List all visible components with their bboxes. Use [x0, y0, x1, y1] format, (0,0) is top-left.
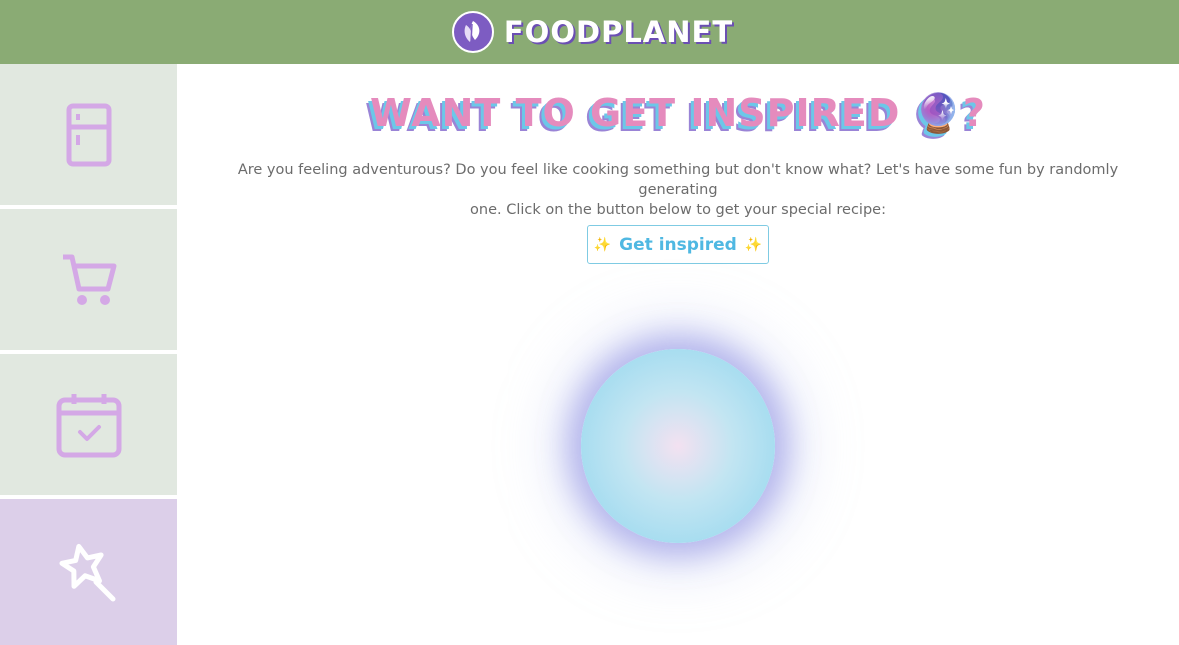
intro-line-2: one. Click on the button below to get yo…	[470, 202, 886, 218]
leaf-icon	[451, 11, 494, 53]
sidebar-item-calendar[interactable]	[0, 354, 177, 495]
sparkle-icon: ✨	[744, 236, 763, 253]
app-header: FOODPLANET	[0, 0, 1179, 64]
sidebar-item-fridge[interactable]	[0, 64, 177, 205]
magic-wand-icon	[58, 543, 115, 602]
intro-text: Are you feeling adventurous? Do you feel…	[213, 160, 1143, 220]
calendar-check-icon	[56, 393, 121, 457]
brand-name: FOODPLANET	[503, 15, 734, 49]
page-title: WANT TO GET INSPIRED 🔮?	[370, 91, 986, 135]
fridge-icon	[66, 103, 111, 166]
sidebar-nav	[0, 64, 177, 645]
crystal-ball-orb[interactable]	[581, 349, 775, 543]
sidebar-item-cart[interactable]	[0, 209, 177, 350]
sidebar-item-inspire[interactable]	[0, 499, 177, 645]
get-inspired-button[interactable]: ✨ Get inspired ✨	[587, 225, 769, 264]
intro-line-1: Are you feeling adventurous? Do you feel…	[237, 162, 1119, 198]
main-content: WANT TO GET INSPIRED 🔮? Are you feeling …	[177, 64, 1179, 645]
cart-icon	[62, 254, 116, 305]
sparkle-icon: ✨	[593, 236, 612, 253]
get-inspired-label: Get inspired	[619, 234, 737, 255]
brand-logo[interactable]: FOODPLANET	[451, 11, 734, 53]
